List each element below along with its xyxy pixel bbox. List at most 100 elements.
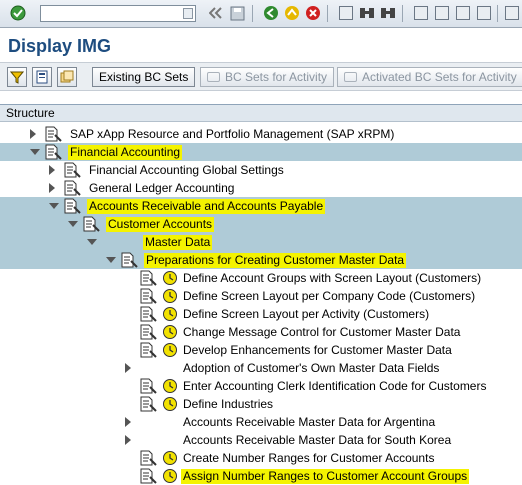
next-page-icon[interactable] (454, 4, 472, 22)
exit-icon[interactable] (283, 4, 301, 22)
expanded-node-arrow-icon[interactable] (106, 257, 116, 263)
save-icon[interactable] (228, 4, 246, 22)
expanded-node-arrow-icon[interactable] (30, 149, 40, 155)
tree-row-label[interactable]: Define Screen Layout per Company Code (C… (181, 289, 477, 304)
execute-activity-icon[interactable] (162, 468, 178, 484)
tree-row-label[interactable]: Adoption of Customer's Own Master Data F… (181, 361, 441, 376)
activated-bc-sets-for-activity-button[interactable]: Activated BC Sets for Activity (337, 67, 522, 87)
expanded-node-arrow-icon[interactable] (87, 239, 97, 245)
find-next-icon[interactable] (379, 4, 397, 22)
tree-row[interactable]: Enter Accounting Clerk Identification Co… (0, 377, 522, 395)
collapsed-node-arrow-icon[interactable] (125, 417, 131, 427)
collapsed-node-arrow-icon[interactable] (49, 183, 55, 193)
back-icon[interactable] (262, 4, 280, 22)
bc-sets-for-activity-button[interactable]: BC Sets for Activity (200, 67, 335, 87)
execute-activity-icon[interactable] (162, 324, 178, 340)
document-icon[interactable] (140, 306, 158, 322)
document-icon[interactable] (140, 396, 158, 412)
document-icon[interactable] (140, 270, 158, 286)
document-icon[interactable] (140, 288, 158, 304)
tree-row-label[interactable]: Accounts Receivable Master Data for Sout… (181, 433, 453, 448)
project-view-icon[interactable] (57, 67, 77, 87)
tree-row-label[interactable]: Financial Accounting (68, 145, 183, 160)
tree-row[interactable]: Adoption of Customer's Own Master Data F… (0, 359, 522, 377)
execute-activity-icon[interactable] (162, 378, 178, 394)
tree-row[interactable]: Accounts Receivable Master Data for Sout… (0, 431, 522, 449)
command-input[interactable] (41, 6, 181, 22)
release-notes-icon[interactable] (32, 67, 52, 87)
tree-row[interactable]: Define Screen Layout per Activity (Custo… (0, 305, 522, 323)
filter-funnel-icon[interactable] (7, 67, 27, 87)
tree-row[interactable]: Accounts Receivable and Accounts Payable (0, 197, 522, 215)
document-icon[interactable] (45, 144, 63, 160)
tree-row[interactable]: SAP xApp Resource and Portfolio Manageme… (0, 125, 522, 143)
tree-row-label[interactable]: Create Number Ranges for Customer Accoun… (181, 451, 436, 466)
tree-row-label[interactable]: Change Message Control for Customer Mast… (181, 325, 462, 340)
document-icon[interactable] (140, 324, 158, 340)
expanded-node-arrow-icon[interactable] (68, 221, 78, 227)
tree-row[interactable]: Change Message Control for Customer Mast… (0, 323, 522, 341)
document-icon[interactable] (121, 252, 139, 268)
tree-row-label[interactable]: General Ledger Accounting (87, 181, 236, 196)
command-field[interactable] (40, 5, 196, 22)
cancel-icon[interactable] (304, 4, 322, 22)
tree-row-label[interactable]: Financial Accounting Global Settings (87, 163, 286, 178)
tree-row-label[interactable]: SAP xApp Resource and Portfolio Manageme… (68, 127, 396, 142)
document-icon[interactable] (64, 180, 82, 196)
document-icon[interactable] (140, 468, 158, 484)
tree-row[interactable]: Financial Accounting (0, 143, 522, 161)
tree-row-label[interactable]: Preparations for Creating Customer Maste… (144, 253, 407, 268)
tree-row-label[interactable]: Define Screen Layout per Activity (Custo… (181, 307, 431, 322)
tree-row[interactable]: Define Account Groups with Screen Layout… (0, 269, 522, 287)
command-history-dropdown[interactable] (183, 8, 193, 19)
document-icon[interactable] (64, 198, 82, 214)
document-icon[interactable] (83, 216, 101, 232)
expanded-node-arrow-icon[interactable] (49, 203, 59, 209)
tree-row[interactable]: Financial Accounting Global Settings (0, 161, 522, 179)
tree-row[interactable]: Customer Accounts (0, 215, 522, 233)
collapsed-node-arrow-icon[interactable] (125, 363, 131, 373)
collapsed-node-arrow-icon[interactable] (49, 165, 55, 175)
document-icon[interactable] (140, 378, 158, 394)
tree-row[interactable]: Define Screen Layout per Company Code (C… (0, 287, 522, 305)
tree-row[interactable]: Develop Enhancements for Customer Master… (0, 341, 522, 359)
tree-row-label[interactable]: Define Account Groups with Screen Layout… (181, 271, 483, 286)
tree-row[interactable]: General Ledger Accounting (0, 179, 522, 197)
tree-row-label[interactable]: Develop Enhancements for Customer Master… (181, 343, 454, 358)
execute-activity-icon[interactable] (162, 450, 178, 466)
tree-row[interactable]: Accounts Receivable Master Data for Arge… (0, 413, 522, 431)
bc-set-icon (207, 72, 220, 82)
tree-row[interactable]: Preparations for Creating Customer Maste… (0, 251, 522, 269)
tree-row-label[interactable]: Master Data (143, 235, 213, 250)
last-page-icon[interactable] (475, 4, 493, 22)
tree-row-label[interactable]: Enter Accounting Clerk Identification Co… (181, 379, 488, 394)
tree-row-label[interactable]: Define Industries (181, 397, 275, 412)
enter-check-icon[interactable] (9, 4, 27, 22)
left-arrows-icon[interactable] (207, 4, 225, 22)
document-icon[interactable] (64, 162, 82, 178)
find-icon[interactable] (358, 4, 376, 22)
existing-bc-sets-button[interactable]: Existing BC Sets (92, 67, 196, 87)
tree-row[interactable]: Define Industries (0, 395, 522, 413)
print-icon[interactable] (337, 4, 355, 22)
new-session-icon[interactable] (503, 4, 521, 22)
tree-row[interactable]: Assign Number Ranges to Customer Account… (0, 467, 522, 485)
execute-activity-icon[interactable] (162, 396, 178, 412)
execute-activity-icon[interactable] (162, 270, 178, 286)
first-page-icon[interactable] (412, 4, 430, 22)
execute-activity-icon[interactable] (162, 342, 178, 358)
document-icon[interactable] (140, 342, 158, 358)
previous-page-icon[interactable] (433, 4, 451, 22)
execute-activity-icon[interactable] (162, 288, 178, 304)
tree-row-label[interactable]: Accounts Receivable and Accounts Payable (87, 199, 326, 214)
execute-activity-icon[interactable] (162, 306, 178, 322)
tree-row-label[interactable]: Assign Number Ranges to Customer Account… (181, 469, 470, 484)
tree-row[interactable]: Master Data (0, 233, 522, 251)
tree-row-label[interactable]: Accounts Receivable Master Data for Arge… (181, 415, 437, 430)
collapsed-node-arrow-icon[interactable] (125, 435, 131, 445)
tree-row[interactable]: Create Number Ranges for Customer Accoun… (0, 449, 522, 467)
document-icon[interactable] (45, 126, 63, 142)
collapsed-node-arrow-icon[interactable] (30, 129, 36, 139)
document-icon[interactable] (140, 450, 158, 466)
tree-row-label[interactable]: Customer Accounts (106, 217, 215, 232)
